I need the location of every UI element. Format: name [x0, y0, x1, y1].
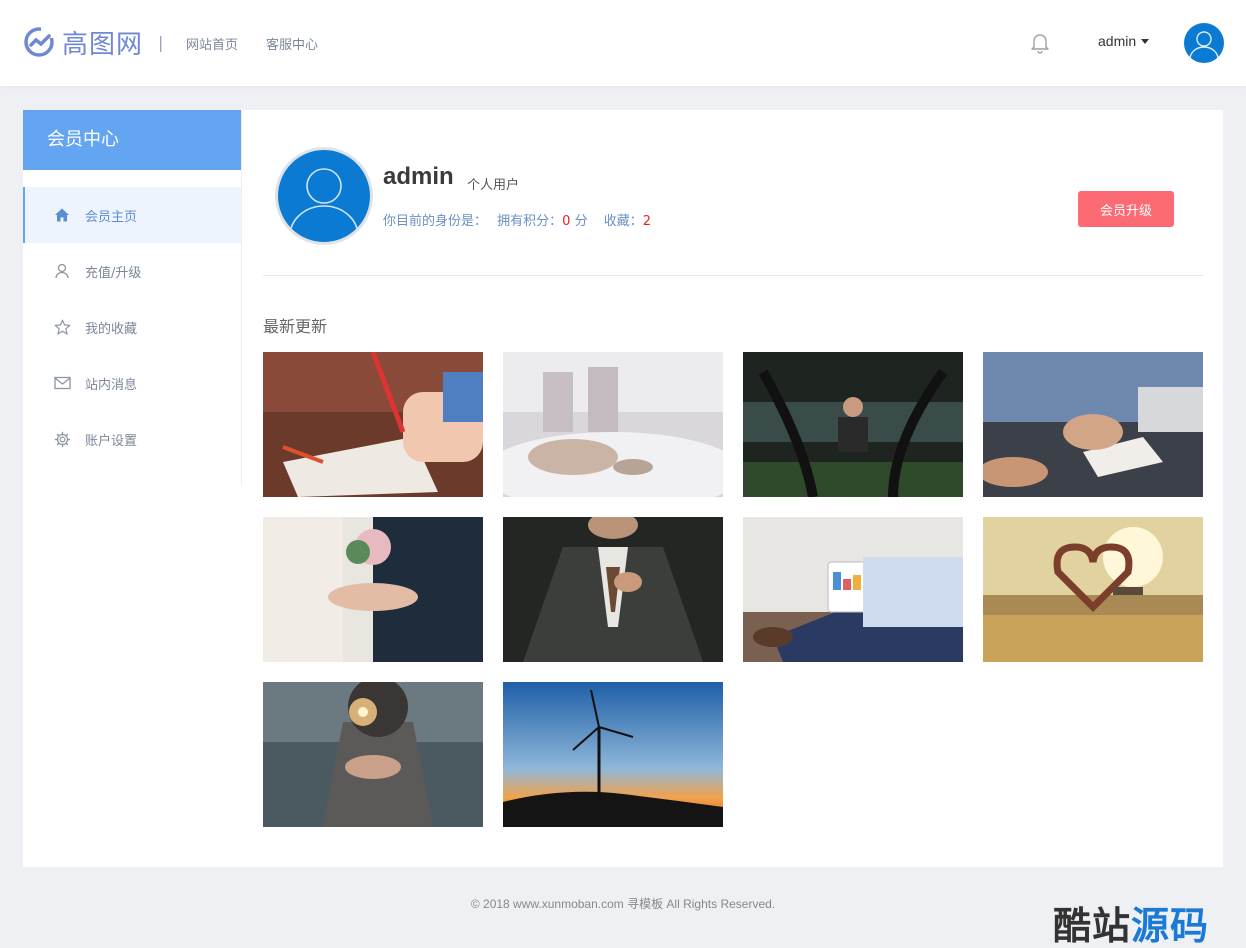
suit-man-image[interactable]: [503, 517, 723, 662]
sidebar-item-label: 站内消息: [85, 377, 138, 393]
sparkler-girl-image[interactable]: [263, 682, 483, 827]
points-label: 拥有积分：: [497, 214, 563, 229]
nav-home-link[interactable]: 网站首页: [186, 34, 238, 53]
wind-turbine-image[interactable]: [503, 682, 723, 827]
sidebar-menu: 会员主页 充值/升级 我的收藏 站内消息 账户设置: [23, 187, 241, 467]
sidebar-title: 会员中心: [23, 110, 241, 170]
user-icon: [53, 262, 71, 280]
profile-type: 个人用户: [467, 178, 520, 193]
nav-divider: |: [158, 33, 164, 52]
top-bar: 高图网 | 网站首页 客服中心 admin: [0, 0, 1246, 86]
sidebar-item-label: 我的收藏: [85, 321, 138, 337]
logo-text: 高图网: [62, 29, 144, 60]
main-panel: 会员中心 会员主页 充值/升级 我的收藏 站内消息 账户设置 admin 个人用…: [23, 110, 1223, 867]
favorites-label: 收藏：: [603, 214, 643, 229]
sidebar-item-messages[interactable]: 站内消息: [23, 355, 241, 411]
profile-stats: 你目前的身份是： 拥有积分：0 分 收藏：2: [383, 210, 651, 229]
mail-icon: [53, 374, 71, 392]
caret-down-icon: [1141, 38, 1150, 44]
sidebar: 会员中心 会员主页 充值/升级 我的收藏 站内消息 账户设置: [23, 110, 242, 485]
home-icon: [53, 206, 71, 224]
star-icon: [53, 318, 71, 336]
sleeping-woman-image[interactable]: [503, 352, 723, 497]
bell-icon[interactable]: [1030, 32, 1050, 54]
beach-heart-image[interactable]: [983, 517, 1203, 662]
tablet-chart-image[interactable]: [743, 517, 963, 662]
sidebar-item-label: 会员主页: [85, 209, 138, 225]
profile-card: admin 个人用户 你目前的身份是： 拥有积分：0 分 收藏：2 会员升级: [263, 110, 1203, 276]
section-title: 最新更新: [263, 317, 328, 336]
user-menu-label: admin: [1098, 33, 1137, 49]
avatar[interactable]: [1184, 23, 1224, 63]
profile-avatar[interactable]: [275, 147, 373, 245]
sidebar-item-label: 账户设置: [85, 433, 138, 449]
gym-training-image[interactable]: [743, 352, 963, 497]
sidebar-item-settings[interactable]: 账户设置: [23, 411, 241, 467]
profile-name: admin: [383, 163, 454, 190]
sidebar-item-recharge[interactable]: 充值/升级: [23, 243, 241, 299]
user-menu[interactable]: admin: [1098, 33, 1150, 49]
favorites-value: 2: [642, 214, 652, 229]
sidebar-item-label: 充值/升级: [85, 265, 142, 281]
logo-icon: [24, 25, 56, 57]
man-writing-image[interactable]: [983, 352, 1203, 497]
sidebar-item-favorites[interactable]: 我的收藏: [23, 299, 241, 355]
points-unit: 分: [574, 214, 588, 229]
sidebar-item-home[interactable]: 会员主页: [23, 187, 241, 243]
user-silhouette-icon: [289, 168, 359, 237]
identity-label: 你目前的身份是：: [383, 214, 488, 229]
site-logo[interactable]: 高图网: [22, 24, 143, 60]
points-value: 0: [562, 214, 571, 229]
content-area: admin 个人用户 你目前的身份是： 拥有积分：0 分 收藏：2 会员升级 最…: [263, 110, 1203, 827]
upgrade-button[interactable]: 会员升级: [1078, 191, 1174, 227]
watermark-part-1: 酷站: [1053, 904, 1132, 948]
kids-drawing-image[interactable]: [263, 352, 483, 497]
watermark-logo: 酷站源码: [1053, 895, 1209, 948]
watermark-part-2: 源码: [1131, 904, 1210, 948]
gear-icon: [53, 430, 71, 448]
nav-support-link[interactable]: 客服中心: [266, 34, 318, 53]
user-silhouette-icon: [1189, 31, 1219, 60]
wedding-ring-image[interactable]: [263, 517, 483, 662]
